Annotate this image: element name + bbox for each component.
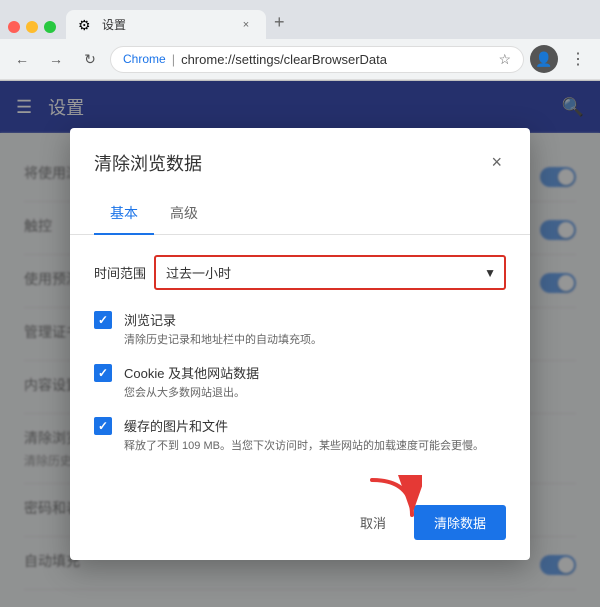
checkbox-title: Cookie 及其他网站数据 — [124, 363, 506, 382]
clear-browser-data-modal: 清除浏览数据 × 基本 高级 时间范围 过去一小时 ▼ — [70, 128, 530, 560]
toolbar: ← → ↻ Chrome | chrome://settings/clearBr… — [0, 39, 600, 80]
tab-favicon-icon: ⚙ — [78, 17, 94, 33]
time-range-label: 时间范围 — [94, 263, 146, 282]
account-button[interactable]: 👤 — [530, 45, 558, 73]
tab-close-button[interactable]: × — [238, 17, 254, 33]
arrow-indicator — [362, 475, 422, 530]
checkbox-cache: ✓ 缓存的图片和文件 释放了不到 109 MB。当您下次访问时，某些网站的加载速… — [94, 416, 506, 453]
tab-advanced[interactable]: 高级 — [154, 193, 214, 235]
checkbox-input-browsing-history[interactable]: ✓ — [94, 311, 112, 329]
modal-close-button[interactable]: × — [487, 148, 506, 177]
checkmark-icon: ✓ — [98, 366, 108, 380]
forward-button[interactable]: → — [42, 45, 70, 73]
modal-overlay: 清除浏览数据 × 基本 高级 时间范围 过去一小时 ▼ — [0, 81, 600, 607]
window-controls — [8, 21, 56, 39]
back-button[interactable]: ← — [8, 45, 36, 73]
checkbox-browsing-history: ✓ 浏览记录 清除历史记录和地址栏中的自动填充项。 — [94, 310, 506, 347]
checkbox-title: 缓存的图片和文件 — [124, 416, 506, 435]
tab-bar: ⚙ 设置 × + — [0, 0, 600, 39]
browser-chrome: ⚙ 设置 × + ← → ↻ Chrome | chrome://setting… — [0, 0, 600, 81]
checkbox-cookies: ✓ Cookie 及其他网站数据 您会从大多数网站退出。 — [94, 363, 506, 400]
time-range-select-wrapper[interactable]: 过去一小时 ▼ — [154, 255, 506, 290]
modal-header: 清除浏览数据 × — [70, 128, 530, 177]
address-text: chrome://settings/clearBrowserData — [181, 52, 492, 67]
modal-body: 时间范围 过去一小时 ▼ ✓ 浏览记录 清除历史记录和地址栏中的自动填充项。 — [70, 235, 530, 489]
chrome-icon: Chrome — [123, 52, 166, 66]
minimize-button[interactable] — [26, 21, 38, 33]
checkmark-icon: ✓ — [98, 313, 108, 327]
bookmark-icon[interactable]: ☆ — [498, 51, 511, 68]
reload-button[interactable]: ↻ — [76, 45, 104, 73]
active-tab[interactable]: ⚙ 设置 × — [66, 10, 266, 39]
checkbox-content: 缓存的图片和文件 释放了不到 109 MB。当您下次访问时，某些网站的加载速度可… — [124, 416, 506, 453]
tab-basic[interactable]: 基本 — [94, 193, 154, 235]
dropdown-arrow-icon: ▼ — [476, 260, 504, 286]
tab-title: 设置 — [102, 16, 230, 33]
close-button[interactable] — [8, 21, 20, 33]
checkbox-desc: 清除历史记录和地址栏中的自动填充项。 — [124, 331, 506, 347]
time-range-value: 过去一小时 — [156, 257, 476, 288]
modal-footer: 取消 清除数据 — [70, 489, 530, 560]
modal-title: 清除浏览数据 — [94, 150, 202, 176]
checkbox-desc: 您会从大多数网站退出。 — [124, 384, 506, 400]
checkbox-title: 浏览记录 — [124, 310, 506, 329]
new-tab-button[interactable]: + — [266, 8, 293, 37]
account-icon: 👤 — [535, 51, 552, 68]
checkmark-icon: ✓ — [98, 419, 108, 433]
checkbox-content: Cookie 及其他网站数据 您会从大多数网站退出。 — [124, 363, 506, 400]
confirm-clear-button[interactable]: 清除数据 — [414, 505, 506, 540]
address-bar[interactable]: Chrome | chrome://settings/clearBrowserD… — [110, 46, 524, 73]
modal-tabs: 基本 高级 — [70, 193, 530, 235]
chrome-menu-button[interactable]: ⋮ — [564, 45, 592, 73]
checkbox-desc: 释放了不到 109 MB。当您下次访问时，某些网站的加载速度可能会更慢。 — [124, 437, 506, 453]
address-separator: | — [172, 52, 175, 67]
checkbox-input-cache[interactable]: ✓ — [94, 417, 112, 435]
settings-page: ☰ 设置 🔍 将使用浏览器共享信息帮助系统自动提升自动发送给 Google 触控… — [0, 81, 600, 607]
maximize-button[interactable] — [44, 21, 56, 33]
checkbox-content: 浏览记录 清除历史记录和地址栏中的自动填充项。 — [124, 310, 506, 347]
checkbox-input-cookies[interactable]: ✓ — [94, 364, 112, 382]
time-range-row: 时间范围 过去一小时 ▼ — [94, 255, 506, 290]
